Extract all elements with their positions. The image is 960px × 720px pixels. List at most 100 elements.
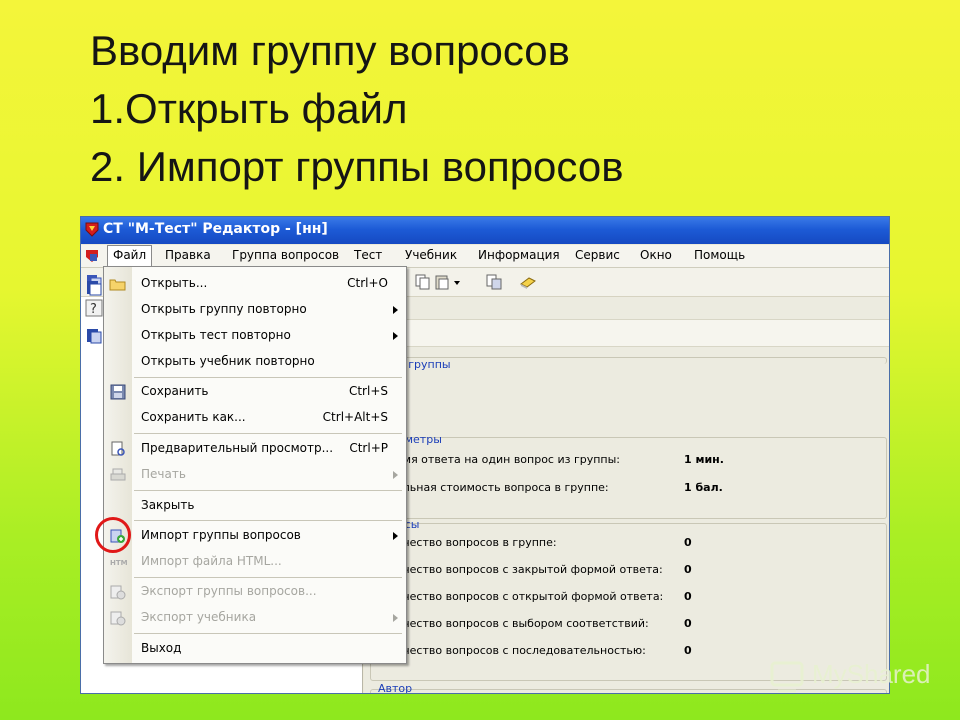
- textbook-icon[interactable]: [519, 273, 537, 291]
- param-value-cost: 1 бал.: [684, 481, 723, 494]
- question-count-value: 0: [684, 536, 692, 549]
- menu-item-open-shortcut: Ctrl+O: [347, 276, 388, 290]
- html-icon: HTM: [110, 559, 127, 567]
- menu-item-print[interactable]: Печать: [104, 462, 406, 488]
- paste-icon[interactable]: [433, 273, 451, 291]
- menu-item-save-as[interactable]: Сохранить как... Ctrl+Alt+S: [104, 405, 406, 431]
- export-book-icon: [110, 611, 126, 626]
- menu-item-save-shortcut: Ctrl+S: [348, 384, 388, 398]
- test-node-icon: [87, 281, 102, 296]
- menu-item-export-group-label: Экспорт группы вопросов...: [141, 584, 317, 598]
- submenu-arrow-icon: [393, 332, 398, 340]
- export-group-icon: [110, 585, 126, 600]
- submenu-arrow-icon: [393, 532, 398, 540]
- slide-title-line-3: 2. Импорт группы вопросов: [90, 143, 624, 190]
- menu-window[interactable]: Окно: [640, 248, 672, 262]
- menu-item-import-html[interactable]: HTM Импорт файла HTML...: [104, 549, 406, 575]
- menu-item-reopen-group[interactable]: Открыть группу повторно: [104, 297, 406, 323]
- menu-item-save[interactable]: Сохранить Ctrl+S: [104, 379, 406, 405]
- closed-form-value: 0: [684, 563, 692, 576]
- menu-item-save-as-label: Сохранить как...: [141, 410, 246, 424]
- watermark-text: MyShared: [812, 659, 931, 689]
- slide-title: Вводим группу вопросов 1.Открыть файл 2.…: [90, 22, 910, 196]
- group-properties-pane: а группы аметры емя ответа на один вопро…: [364, 297, 889, 693]
- menu-item-export-textbook[interactable]: Экспорт учебника: [104, 605, 406, 631]
- group-node-icon[interactable]: [85, 327, 103, 345]
- watermark: MyShared: [768, 657, 948, 697]
- author-title: Автор: [378, 682, 413, 694]
- chevron-down-icon[interactable]: [453, 273, 461, 291]
- menu-service[interactable]: Сервис: [575, 248, 620, 262]
- question-count-label: ичество вопросов в группе:: [396, 536, 557, 549]
- pages-icon[interactable]: [485, 273, 503, 291]
- param-label-cost: альная стоимость вопроса в группе:: [396, 481, 609, 494]
- save-icon: [110, 384, 126, 400]
- menu-separator: [134, 633, 402, 634]
- sequence-value: 0: [684, 644, 692, 657]
- menu-item-reopen-test-label: Открыть тест повторно: [141, 328, 291, 342]
- pane-header-strip: [364, 319, 889, 347]
- open-form-value: 0: [684, 590, 692, 603]
- menu-help[interactable]: Помощь: [694, 248, 745, 262]
- mdi-child-icon[interactable]: [84, 248, 100, 264]
- app-logo-icon: [85, 222, 99, 237]
- menu-separator: [134, 433, 402, 434]
- open-form-label: ичество вопросов с открытой формой ответ…: [396, 590, 664, 603]
- menu-item-import-html-label: Импорт файла HTML...: [141, 554, 282, 568]
- svg-text:HTM: HTM: [110, 559, 127, 567]
- menu-item-reopen-test[interactable]: Открыть тест повторно: [104, 323, 406, 349]
- menu-item-import-group-label: Импорт группы вопросов: [141, 528, 301, 542]
- menu-bar: Файл Правка Группа вопросов Тест Учебник…: [81, 245, 889, 268]
- menu-item-export-textbook-label: Экспорт учебника: [141, 610, 257, 624]
- menu-item-open-label: Открыть...: [141, 276, 208, 290]
- menu-information[interactable]: Информация: [478, 248, 560, 262]
- menu-item-save-as-shortcut: Ctrl+Alt+S: [322, 410, 388, 424]
- menu-separator: [134, 577, 402, 578]
- menu-item-reopen-textbook[interactable]: Открыть учебник повторно: [104, 349, 406, 375]
- closed-form-label: ичество вопросов с закрытой формой ответ…: [396, 563, 663, 576]
- print-icon: [110, 468, 126, 481]
- slide-title-line-1: Вводим группу вопросов: [90, 27, 570, 74]
- menu-item-import-group[interactable]: Импорт группы вопросов: [95, 517, 406, 553]
- menu-file[interactable]: Файл: [107, 245, 153, 266]
- param-value-time: 1 мин.: [684, 453, 724, 466]
- svg-text:?: ?: [90, 302, 97, 317]
- menu-test[interactable]: Тест: [354, 248, 382, 262]
- matching-label: ичество вопросов с выбором соответствий:: [396, 617, 649, 630]
- menu-separator: [134, 377, 402, 378]
- menu-question-group[interactable]: Группа вопросов: [232, 248, 339, 262]
- menu-item-print-label: Печать: [141, 467, 186, 481]
- menu-item-save-label: Сохранить: [141, 384, 209, 398]
- submenu-arrow-icon: [393, 471, 398, 479]
- window-titlebar[interactable]: СТ "М-Тест" Редактор - [нн]: [81, 217, 889, 244]
- file-menu-dropdown: Открыть... Ctrl+O Открыть группу повторн…: [95, 266, 407, 664]
- menu-item-print-preview[interactable]: Предварительный просмотр... Ctrl+P: [104, 436, 406, 462]
- menu-item-exit-label: Выход: [141, 641, 182, 655]
- menu-item-open[interactable]: Открыть... Ctrl+O: [104, 271, 406, 297]
- slide-title-line-2: 1.Открыть файл: [90, 85, 408, 132]
- menu-item-reopen-group-label: Открыть группу повторно: [141, 302, 307, 316]
- print-preview-icon: [111, 441, 125, 456]
- copy-icon[interactable]: [414, 273, 432, 291]
- menu-edit[interactable]: Правка: [165, 248, 211, 262]
- menu-item-close-label: Закрыть: [141, 498, 195, 512]
- params-frame: [370, 437, 887, 519]
- menu-item-reopen-textbook-label: Открыть учебник повторно: [141, 354, 315, 368]
- menu-textbook[interactable]: Учебник: [405, 248, 457, 262]
- param-label-time: емя ответа на один вопрос из группы:: [396, 453, 621, 466]
- import-group-icon: [110, 529, 125, 543]
- window-title: СТ "М-Тест" Редактор - [нн]: [103, 221, 328, 237]
- menu-item-close[interactable]: Закрыть: [104, 493, 406, 519]
- watermark-logo-icon: [770, 661, 804, 693]
- submenu-arrow-icon: [393, 306, 398, 314]
- matching-value: 0: [684, 617, 692, 630]
- menu-item-print-preview-shortcut: Ctrl+P: [349, 441, 388, 455]
- menu-item-exit[interactable]: Выход: [104, 636, 406, 662]
- folder-open-icon: [109, 279, 126, 291]
- help-question-icon[interactable]: ?: [85, 299, 103, 317]
- menu-separator: [134, 490, 402, 491]
- sequence-label: ичество вопросов с последовательностью:: [396, 644, 646, 657]
- menu-item-export-group[interactable]: Экспорт группы вопросов...: [104, 579, 406, 605]
- menu-separator: [134, 520, 402, 521]
- menu-item-print-preview-label: Предварительный просмотр...: [141, 441, 334, 455]
